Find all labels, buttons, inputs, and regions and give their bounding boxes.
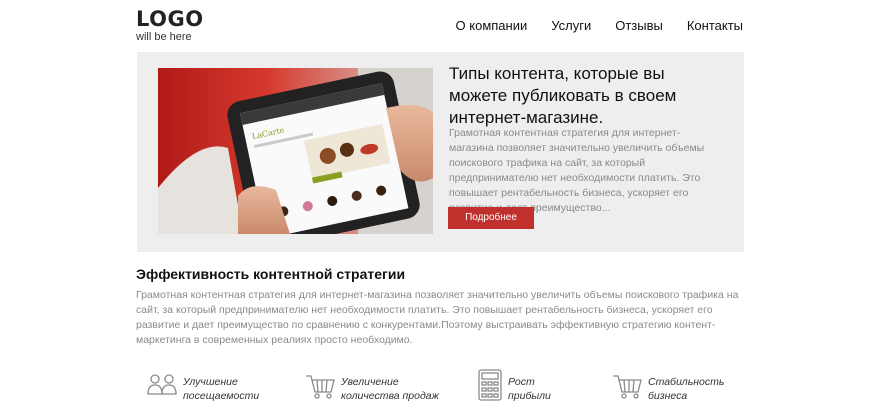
- logo[interactable]: LOGO will be here: [136, 8, 204, 43]
- feature-item-stability: Стабильность бизнеса: [610, 368, 724, 403]
- feature-label-line1: Улучшение: [183, 376, 238, 388]
- tablet-photo: LaCarte: [158, 68, 433, 234]
- nav-item-about[interactable]: О компании: [456, 18, 528, 33]
- calculator-icon: [478, 369, 502, 401]
- more-button[interactable]: Подробнее: [448, 207, 534, 229]
- feature-item-traffic: Улучшение посещаемости: [145, 368, 259, 403]
- section-title: Эффективность контентной стратегии: [136, 266, 406, 282]
- cart-icon: [306, 375, 335, 399]
- hero-description: Грамотная контентная стратегия для интер…: [449, 127, 705, 214]
- logo-tagline: will be here: [136, 31, 192, 43]
- feature-label-line2: прибыли: [508, 390, 551, 402]
- feature-label-line1: Рост: [508, 376, 535, 388]
- feature-item-profit: Рост прибыли: [476, 368, 551, 403]
- feature-label-line1: Стабильность: [648, 376, 725, 388]
- features-row: Улучшение посещаемости Увеличение количе…: [140, 368, 760, 408]
- feature-item-sales: Увеличение количества продаж: [303, 368, 439, 403]
- feature-label-line1: Увеличение: [341, 376, 399, 388]
- feature-label-line2: посещаемости: [183, 390, 260, 402]
- hero-title: Типы контента, которые вы можете публико…: [449, 64, 677, 127]
- section-description: Грамотная контентная стратегия для интер…: [136, 289, 739, 346]
- feature-label-line2: бизнеса: [648, 390, 688, 402]
- hero-image: LaCarte: [158, 68, 433, 234]
- logo-text: LOGO: [136, 7, 204, 31]
- users-icon: [147, 374, 177, 395]
- main-nav: О компании Услуги Отзывы Контакты: [456, 18, 743, 33]
- hero-banner: LaCarte Типы контента, которые вы можете…: [137, 52, 744, 252]
- feature-label-line2: количества продаж: [341, 390, 439, 402]
- nav-item-reviews[interactable]: Отзывы: [615, 18, 663, 33]
- cart-icon: [613, 375, 642, 399]
- nav-item-services[interactable]: Услуги: [551, 18, 591, 33]
- nav-item-contacts[interactable]: Контакты: [687, 18, 743, 33]
